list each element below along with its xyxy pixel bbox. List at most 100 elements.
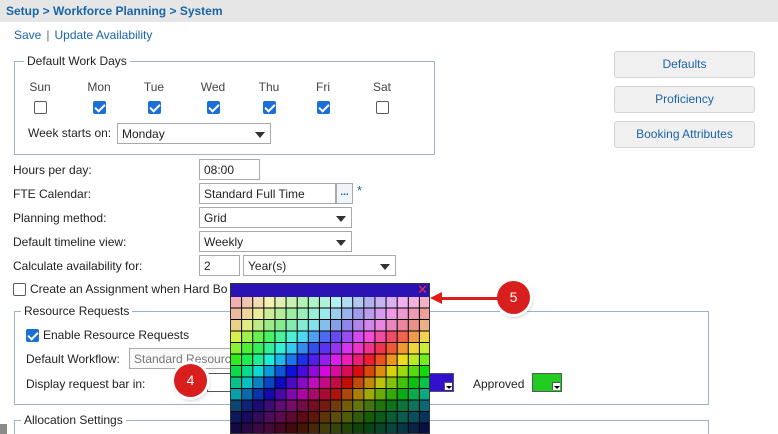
color-cell[interactable] (419, 423, 430, 434)
day-checkbox-thu[interactable] (263, 101, 276, 114)
color-cell[interactable] (375, 320, 386, 331)
color-cell[interactable] (253, 308, 264, 320)
color-cell[interactable] (297, 331, 308, 343)
color-cell[interactable] (386, 400, 397, 412)
update-availability-link[interactable]: Update Availability (54, 28, 152, 42)
color-cell[interactable] (408, 343, 419, 354)
color-cell[interactable] (308, 343, 319, 354)
color-cell[interactable] (297, 343, 308, 354)
color-cell[interactable] (286, 400, 297, 412)
color-cell[interactable] (386, 412, 397, 423)
color-cell[interactable] (264, 389, 275, 400)
color-cell[interactable] (331, 297, 342, 308)
color-cell[interactable] (397, 331, 408, 343)
color-cell[interactable] (353, 331, 364, 343)
color-cell[interactable] (397, 297, 408, 308)
color-cell[interactable] (275, 320, 286, 331)
color-cell[interactable] (364, 366, 375, 377)
color-cell[interactable] (419, 354, 430, 366)
color-cell[interactable] (342, 366, 353, 377)
color-cell[interactable] (286, 320, 297, 331)
color-cell[interactable] (364, 308, 375, 320)
color-cell[interactable] (364, 320, 375, 331)
color-cell[interactable] (242, 354, 253, 366)
color-cell[interactable] (231, 412, 242, 423)
color-cell[interactable] (419, 400, 430, 412)
color-cell[interactable] (397, 343, 408, 354)
calc-availability-unit-select[interactable]: Year(s) (243, 255, 396, 276)
color-cell[interactable] (308, 377, 319, 389)
color-cell[interactable] (286, 308, 297, 320)
color-cell[interactable] (308, 400, 319, 412)
color-cell[interactable] (353, 412, 364, 423)
color-cell[interactable] (286, 412, 297, 423)
day-checkbox-sat[interactable] (376, 101, 389, 114)
color-cell[interactable] (353, 366, 364, 377)
color-cell[interactable] (331, 320, 342, 331)
enable-resource-requests-checkbox[interactable] (26, 329, 39, 342)
color-cell[interactable] (286, 297, 297, 308)
color-cell[interactable] (419, 320, 430, 331)
color-cell[interactable] (308, 354, 319, 366)
color-cell[interactable] (242, 389, 253, 400)
color-cell[interactable] (397, 366, 408, 377)
color-cell[interactable] (375, 412, 386, 423)
color-cell[interactable] (253, 297, 264, 308)
color-cell[interactable] (297, 423, 308, 434)
color-cell[interactable] (397, 308, 408, 320)
color-cell[interactable] (242, 400, 253, 412)
color-cell[interactable] (419, 297, 430, 308)
color-cell[interactable] (331, 389, 342, 400)
pending-color-swatch[interactable] (428, 373, 454, 392)
color-cell[interactable] (375, 343, 386, 354)
color-cell[interactable] (353, 400, 364, 412)
color-cell[interactable] (419, 389, 430, 400)
color-cell[interactable] (419, 343, 430, 354)
color-cell[interactable] (297, 297, 308, 308)
color-cell[interactable] (364, 389, 375, 400)
color-cell[interactable] (364, 354, 375, 366)
color-cell[interactable] (264, 320, 275, 331)
color-cell[interactable] (342, 377, 353, 389)
color-cell[interactable] (286, 389, 297, 400)
color-cell[interactable] (242, 343, 253, 354)
color-cell[interactable] (308, 423, 319, 434)
color-cell[interactable] (264, 308, 275, 320)
color-cell[interactable] (319, 320, 330, 331)
color-cell[interactable] (408, 331, 419, 343)
color-cell[interactable] (375, 297, 386, 308)
color-cell[interactable] (408, 389, 419, 400)
color-cell[interactable] (364, 377, 375, 389)
color-cell[interactable] (397, 423, 408, 434)
color-cell[interactable] (253, 377, 264, 389)
color-cell[interactable] (353, 320, 364, 331)
color-cell[interactable] (242, 423, 253, 434)
color-cell[interactable] (353, 389, 364, 400)
color-cell[interactable] (319, 412, 330, 423)
color-cell[interactable] (275, 366, 286, 377)
color-cell[interactable] (264, 343, 275, 354)
color-cell[interactable] (275, 354, 286, 366)
color-cell[interactable] (386, 331, 397, 343)
color-cell[interactable] (286, 343, 297, 354)
color-cell[interactable] (308, 412, 319, 423)
color-cell[interactable] (331, 400, 342, 412)
color-cell[interactable] (319, 343, 330, 354)
color-cell[interactable] (386, 320, 397, 331)
color-cell[interactable] (342, 331, 353, 343)
color-cell[interactable] (253, 400, 264, 412)
color-cell[interactable] (242, 366, 253, 377)
color-cell[interactable] (242, 412, 253, 423)
color-cell[interactable] (397, 354, 408, 366)
proficiency-button[interactable]: Proficiency (614, 86, 755, 113)
color-cell[interactable] (408, 297, 419, 308)
color-cell[interactable] (297, 412, 308, 423)
color-cell[interactable] (364, 400, 375, 412)
color-cell[interactable] (319, 308, 330, 320)
color-cell[interactable] (264, 297, 275, 308)
color-cell[interactable] (386, 389, 397, 400)
color-cell[interactable] (331, 354, 342, 366)
color-cell[interactable] (242, 308, 253, 320)
color-cell[interactable] (297, 308, 308, 320)
color-cell[interactable] (408, 366, 419, 377)
